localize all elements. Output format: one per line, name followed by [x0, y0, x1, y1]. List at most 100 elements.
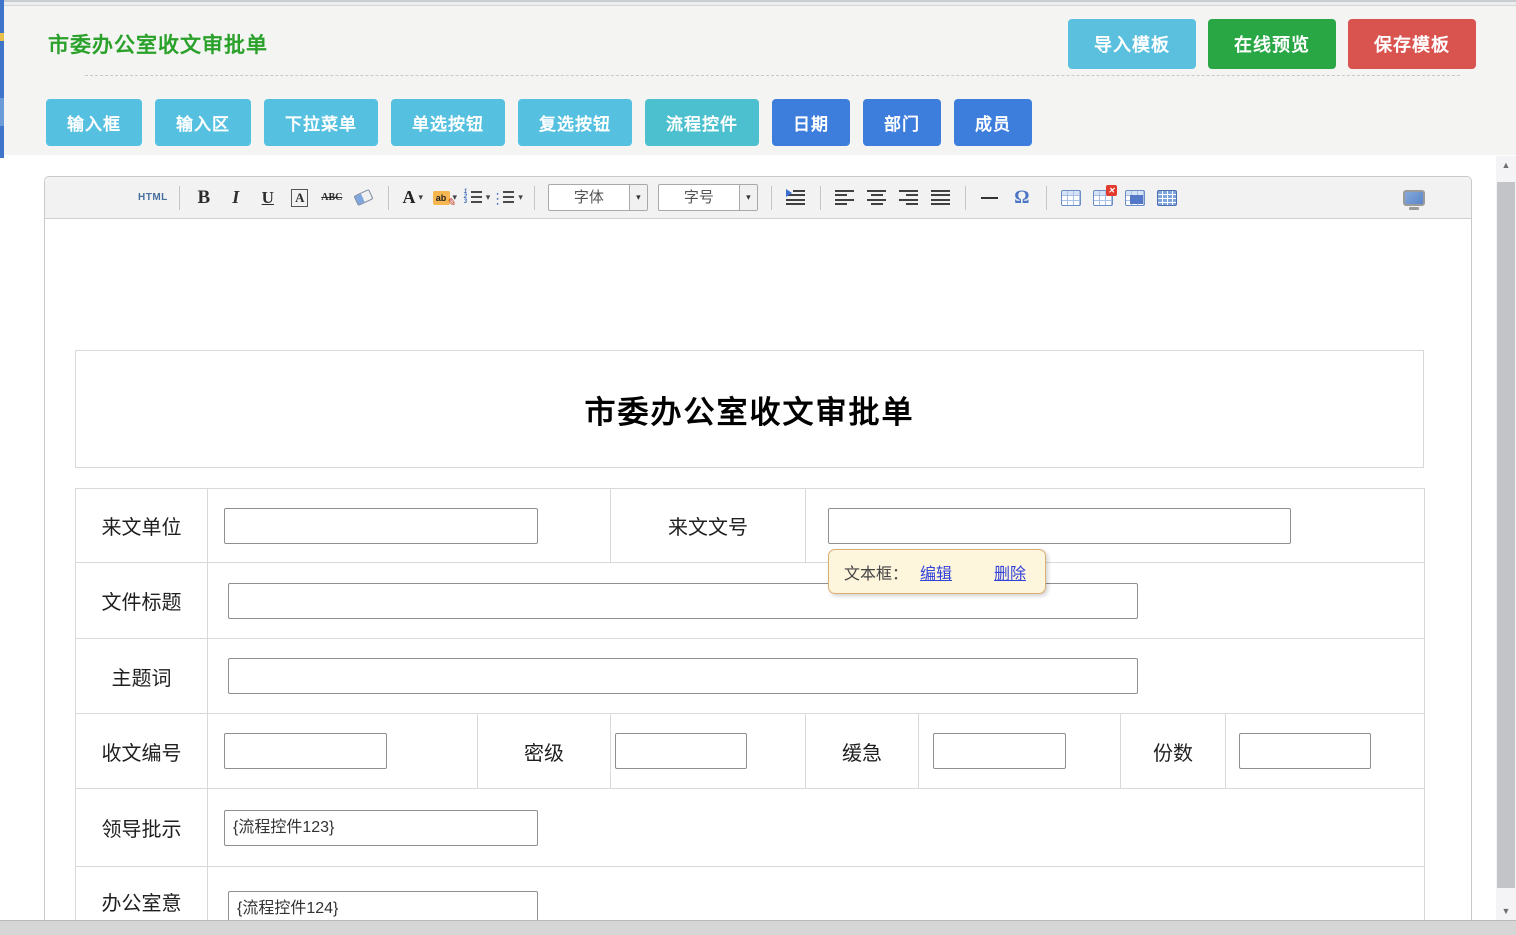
- label-receipt-number: 收文编号: [76, 714, 208, 789]
- input-urgency[interactable]: [933, 733, 1066, 769]
- italic-button[interactable]: I: [223, 184, 249, 212]
- component-button-input-box[interactable]: 输入框: [46, 99, 142, 146]
- input-receipt-number[interactable]: [224, 733, 387, 769]
- table-properties-button[interactable]: [1154, 184, 1180, 212]
- page-header: 市委办公室收文审批单 导入模板 在线预览 保存模板 输入框 输入区 下拉菜单 单…: [0, 6, 1516, 155]
- vertical-scrollbar[interactable]: ▲ ▼: [1496, 156, 1516, 920]
- online-preview-button[interactable]: 在线预览: [1208, 19, 1336, 69]
- tooltip-label: 文本框：: [844, 560, 908, 584]
- align-justify-icon: [931, 190, 950, 205]
- edit-link[interactable]: 编辑: [920, 560, 952, 584]
- insert-table-button[interactable]: [1058, 184, 1084, 212]
- source-code-button[interactable]: HTML: [138, 184, 168, 212]
- toolbar-separator: [179, 186, 180, 210]
- font-size-select[interactable]: 字号▾: [658, 184, 758, 211]
- header-actions: 导入模板 在线预览 保存模板: [1068, 19, 1476, 69]
- label-source-unit: 来文单位: [76, 489, 208, 563]
- special-char-button[interactable]: Ω: [1009, 184, 1035, 212]
- underline-button[interactable]: U: [255, 184, 281, 212]
- input-copies[interactable]: [1239, 733, 1371, 769]
- input-source-unit[interactable]: [224, 508, 538, 544]
- toolbar-separator: [388, 186, 389, 210]
- table-cell-icon: [1125, 190, 1145, 206]
- bold-button[interactable]: B: [191, 184, 217, 212]
- chevron-down-icon: ▾: [739, 185, 757, 210]
- table-row: 收文编号 密级 缓急 份数: [76, 714, 1425, 789]
- ordered-list-button[interactable]: ▾: [464, 184, 491, 212]
- highlight-color-button[interactable]: ab▾: [432, 184, 458, 212]
- table-delete-icon: [1093, 190, 1113, 206]
- scrollbar-thumb[interactable]: [1497, 182, 1515, 888]
- table-row: 领导批示 {流程控件123}: [76, 789, 1425, 867]
- indent-button[interactable]: [783, 184, 809, 212]
- scroll-down-button[interactable]: ▼: [1496, 902, 1516, 920]
- form-table: 来文单位 来文文号 文件标题 主题词 收文编号 密级: [75, 488, 1425, 921]
- page-title: 市委办公室收文审批单: [48, 29, 1068, 59]
- label-subject-words: 主题词: [76, 639, 208, 714]
- chevron-down-icon: ▾: [518, 192, 523, 203]
- font-family-select[interactable]: 字体▾: [548, 184, 648, 211]
- toolbar-separator: [771, 186, 772, 210]
- input-security-level[interactable]: [615, 733, 747, 769]
- component-button-radio[interactable]: 单选按钮: [391, 99, 505, 146]
- import-template-button[interactable]: 导入模板: [1068, 19, 1196, 69]
- component-button-checkbox[interactable]: 复选按钮: [518, 99, 632, 146]
- format-block-button[interactable]: A: [287, 184, 313, 212]
- horizontal-rule-button[interactable]: [977, 184, 1003, 212]
- component-button-date[interactable]: 日期: [772, 99, 850, 146]
- unordered-list-button[interactable]: ▾: [496, 184, 523, 212]
- document-title: 市委办公室收文审批单: [585, 387, 915, 432]
- scroll-up-icon: ▲: [1502, 160, 1511, 170]
- table-row: 主题词: [76, 639, 1425, 714]
- input-doc-number[interactable]: [828, 508, 1291, 544]
- component-button-member[interactable]: 成员: [954, 99, 1032, 146]
- label-copies: 份数: [1121, 714, 1226, 789]
- chevron-down-icon: ▾: [486, 192, 491, 203]
- label-leader-comments: 领导批示: [76, 789, 208, 867]
- input-leader-comments[interactable]: {流程控件123}: [224, 810, 538, 846]
- input-subject-words[interactable]: [228, 658, 1138, 694]
- browser-left-strip: [0, 0, 4, 158]
- align-center-button[interactable]: [864, 184, 890, 212]
- table-row: 文件标题: [76, 563, 1425, 639]
- document-title-box: 市委办公室收文审批单: [75, 350, 1424, 468]
- label-doc-title: 文件标题: [76, 563, 208, 639]
- align-left-button[interactable]: [832, 184, 858, 212]
- table-row: 办公室意 {流程控件124}: [76, 867, 1425, 922]
- table-grid-icon: [1157, 190, 1177, 206]
- save-template-button[interactable]: 保存模板: [1348, 19, 1476, 69]
- fullscreen-button[interactable]: [1401, 184, 1427, 212]
- label-urgency: 缓急: [806, 714, 919, 789]
- remove-format-button[interactable]: [351, 184, 377, 212]
- align-right-icon: [899, 190, 918, 205]
- unordered-list-icon: [496, 190, 515, 205]
- horizontal-rule-icon: [981, 197, 998, 199]
- cell-properties-button[interactable]: [1122, 184, 1148, 212]
- component-button-flow-control[interactable]: 流程控件: [645, 99, 759, 146]
- component-button-department[interactable]: 部门: [863, 99, 941, 146]
- toolbar-separator: [965, 186, 966, 210]
- component-button-dropdown-menu[interactable]: 下拉菜单: [264, 99, 378, 146]
- component-button-text-area[interactable]: 输入区: [155, 99, 251, 146]
- input-office-opinion[interactable]: {流程控件124}: [228, 891, 538, 921]
- font-color-button[interactable]: A▾: [400, 184, 426, 212]
- align-right-button[interactable]: [896, 184, 922, 212]
- rich-text-editor: HTML B I U A ABC A▾ ab▾ ▾ ▾ 字体▾ 字号▾ Ω: [44, 176, 1472, 922]
- chevron-down-icon: ▾: [419, 192, 424, 203]
- chevron-down-icon: ▾: [629, 185, 647, 210]
- fullscreen-monitor-icon: [1403, 190, 1425, 206]
- align-left-icon: [835, 190, 854, 205]
- component-toolbar: 输入框 输入区 下拉菜单 单选按钮 复选按钮 流程控件 日期 部门 成员: [0, 76, 1516, 146]
- browser-top-edge: [0, 0, 1516, 6]
- label-office-opinion: 办公室意: [76, 867, 208, 922]
- scroll-up-button[interactable]: ▲: [1496, 156, 1516, 174]
- delete-link[interactable]: 删除: [994, 560, 1026, 584]
- align-justify-button[interactable]: [928, 184, 954, 212]
- strikethrough-button[interactable]: ABC: [319, 184, 345, 212]
- table-row: 来文单位 来文文号: [76, 489, 1425, 563]
- table-icon: [1061, 190, 1081, 206]
- highlight-icon: ab: [433, 191, 450, 205]
- editor-toolbar: HTML B I U A ABC A▾ ab▾ ▾ ▾ 字体▾ 字号▾ Ω: [45, 177, 1471, 219]
- delete-table-button[interactable]: [1090, 184, 1116, 212]
- editor-content[interactable]: 市委办公室收文审批单 来文单位 来文文号 文件标题 主: [45, 219, 1471, 921]
